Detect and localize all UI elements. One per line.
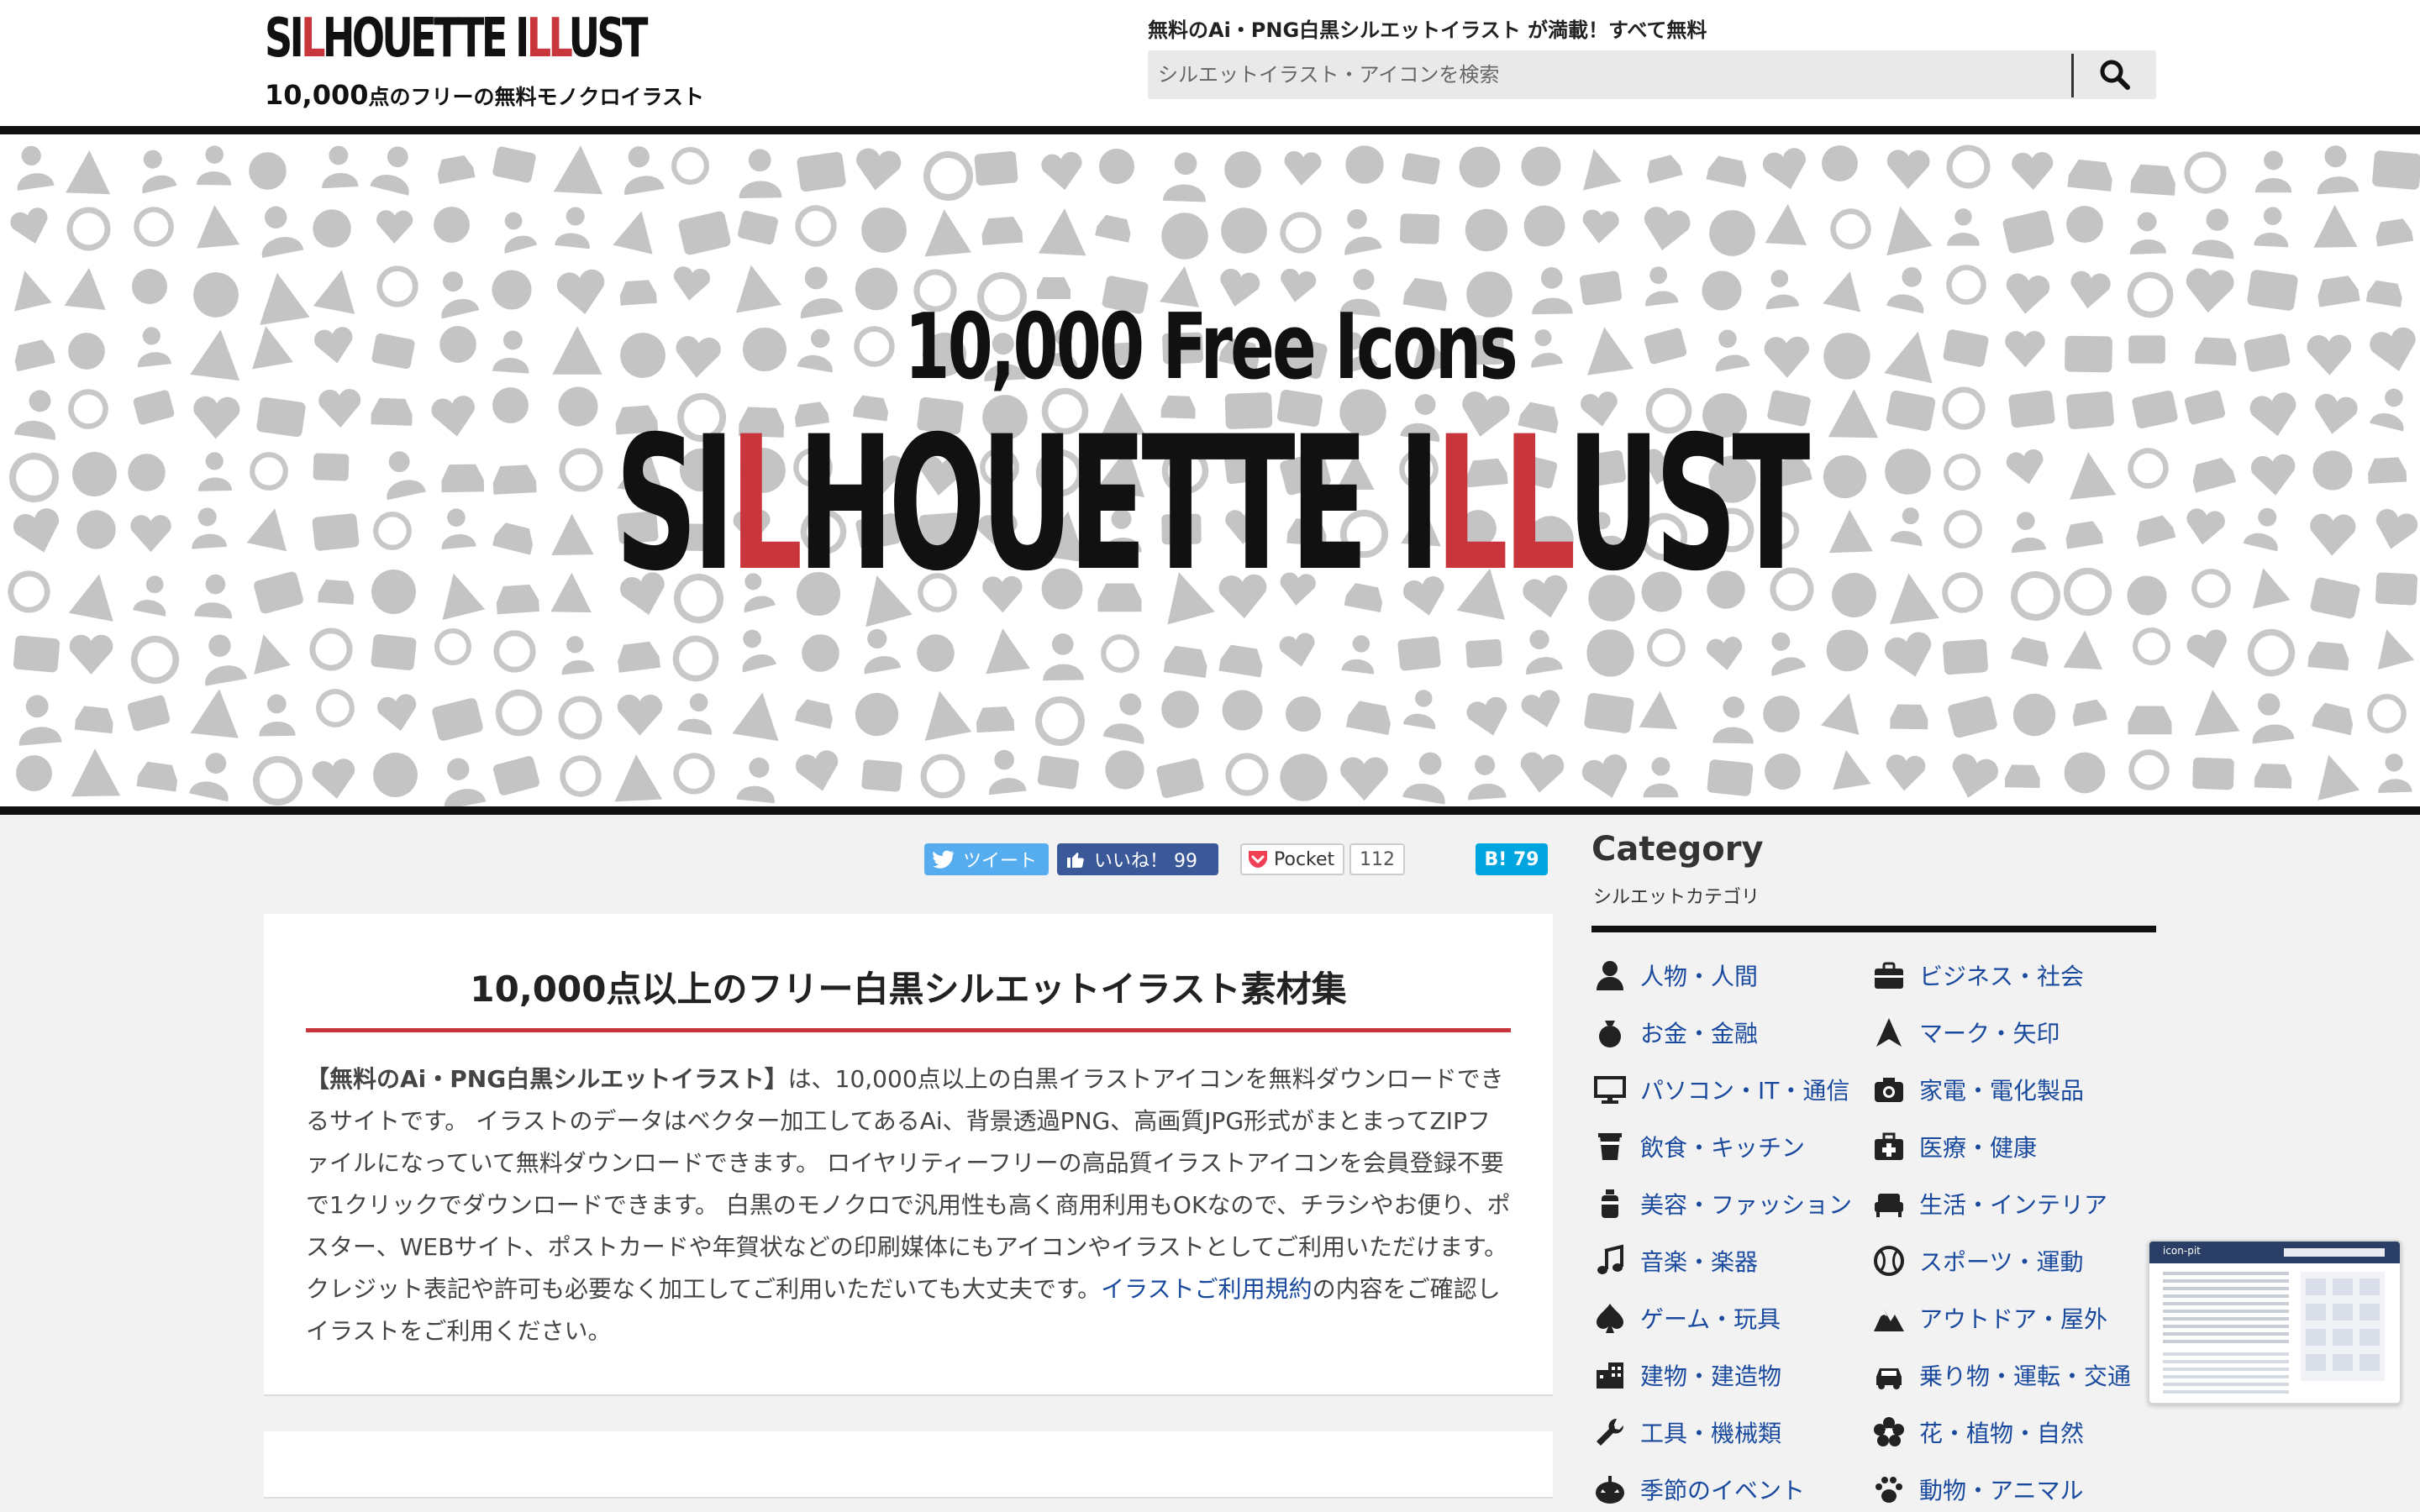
hero-tagline: 10,000 Free Icons (904, 295, 1518, 400)
intro-text: 【無料のAi・PNG白黒シルエットイラスト】は、10,000点以上の白黒イラスト… (306, 1058, 1511, 1352)
intro-strong: 【無料のAi・PNG白黒シルエットイラスト】 (306, 1065, 788, 1093)
flower-icon (1872, 1415, 1909, 1449)
logo-subtitle: 10,000点のフリーの無料モノクロイラスト (265, 79, 704, 111)
category-item[interactable]: 建物・建造物 (1593, 1358, 1781, 1392)
cup-icon (1593, 1130, 1630, 1163)
search-input[interactable] (1148, 50, 2070, 99)
category-item[interactable]: ゲーム・玩具 (1593, 1301, 1781, 1335)
category-label: 美容・ファッション (1640, 1191, 1853, 1219)
monitor-icon (1593, 1073, 1630, 1106)
tweet-button[interactable]: ツイート (924, 843, 1049, 875)
spade-icon (1593, 1301, 1630, 1335)
category-item[interactable]: アウトドア・屋外 (1872, 1301, 2107, 1335)
category-item[interactable]: 動物・アニマル (1872, 1473, 2083, 1506)
paw-icon (1872, 1473, 1909, 1506)
medical-kit-icon (1872, 1130, 1909, 1163)
pocket-label: Pocket (1274, 848, 1335, 870)
wrench-icon (1593, 1415, 1630, 1449)
building-icon (1593, 1358, 1630, 1392)
preview-content (2163, 1248, 2385, 1394)
hero-banner: 10,000 Free Icons SILHOUETTE ILLUST (0, 134, 2420, 806)
category-item[interactable]: スポーツ・運動 (1872, 1244, 2083, 1278)
category-item[interactable]: 花・植物・自然 (1872, 1415, 2084, 1449)
sofa-icon (1872, 1187, 1909, 1221)
category-item[interactable]: 人物・人間 (1593, 958, 1758, 992)
category-label: 飲食・キッチン (1640, 1134, 1806, 1162)
arrow-mark-icon (1872, 1016, 1909, 1049)
intro-card: 10,000点以上のフリー白黒シルエットイラスト素材集 【無料のAi・PNG白黒… (264, 914, 1553, 1396)
hero-divider (0, 806, 2420, 815)
category-item[interactable]: ビジネス・社会 (1872, 958, 2084, 992)
hatena-bookmark-button[interactable]: B! 79 (1476, 843, 1548, 875)
category-item[interactable]: 家電・電化製品 (1872, 1073, 2084, 1106)
header-divider (0, 126, 2420, 134)
pocket-count: 112 (1349, 843, 1405, 875)
category-label: 花・植物・自然 (1919, 1420, 2085, 1447)
category-label: 人物・人間 (1640, 963, 1759, 990)
category-label: 乗り物・運転・交通 (1919, 1362, 2132, 1390)
header-tagline: 無料のAi・PNG白黒シルエットイラスト が満載！すべて無料 (1148, 18, 1707, 42)
logo-wordmark: SILHOUETTE ILLUST (265, 8, 648, 70)
site-logo[interactable]: SILHOUETTE ILLUST 10,000点のフリーの無料モノクロイラスト (265, 8, 793, 111)
briefcase-icon (1872, 958, 1909, 992)
category-item[interactable]: 医療・健康 (1872, 1130, 2037, 1163)
category-label: 家電・電化製品 (1919, 1077, 2085, 1105)
category-item[interactable]: 生活・インテリア (1872, 1187, 2107, 1221)
thumbs-up-icon (1067, 853, 1084, 868)
intro-body: は、10,000点以上の白黒イラストアイコンを無料ダウンロードできるサイトです。… (306, 1065, 1511, 1303)
category-label: お金・金融 (1640, 1020, 1759, 1047)
category-divider (1591, 926, 2156, 932)
like-label: いいね！ 99 (1094, 851, 1197, 872)
category-label: マーク・矢印 (1919, 1020, 2060, 1047)
category-item[interactable]: マーク・矢印 (1872, 1016, 2060, 1049)
category-item[interactable]: 美容・ファッション (1593, 1187, 1852, 1221)
category-item[interactable]: 工具・機械類 (1593, 1415, 1781, 1449)
terms-link[interactable]: イラストご利用規約 (1101, 1275, 1312, 1303)
category-item[interactable]: 音楽・楽器 (1593, 1244, 1758, 1278)
content-card (264, 1431, 1553, 1499)
category-item[interactable]: 乗り物・運転・交通 (1872, 1358, 2131, 1392)
category-label: 音楽・楽器 (1640, 1248, 1759, 1276)
search-bar (1148, 50, 2156, 99)
category-label: 建物・建造物 (1640, 1362, 1782, 1390)
search-button[interactable] (2074, 50, 2156, 99)
pocket-button[interactable]: Pocket (1240, 843, 1344, 875)
car-icon (1872, 1358, 1909, 1392)
search-icon (2100, 60, 2130, 90)
category-item[interactable]: 飲食・キッチン (1593, 1130, 1805, 1163)
category-label: 動物・アニマル (1919, 1477, 2084, 1504)
category-heading: Category (1591, 830, 1764, 869)
category-label: ビジネス・社会 (1919, 963, 2085, 990)
category-subheading: シルエットカテゴリ (1593, 887, 1760, 908)
category-label: 工具・機械類 (1640, 1420, 1782, 1447)
category-item[interactable]: お金・金融 (1593, 1016, 1758, 1049)
facebook-like-button[interactable]: いいね！ 99 (1057, 843, 1218, 875)
category-item[interactable]: パソコン・IT・通信 (1593, 1073, 1849, 1106)
pocket-icon (1249, 851, 1267, 868)
category-label: スポーツ・運動 (1919, 1248, 2084, 1276)
category-label: 生活・インテリア (1919, 1191, 2108, 1219)
floating-preview[interactable]: icon-pit (2148, 1240, 2402, 1404)
tweet-label: ツイート (963, 851, 1038, 872)
money-bag-icon (1593, 1016, 1630, 1049)
twitter-bird-icon (933, 850, 954, 869)
category-item[interactable]: 季節のイベント (1593, 1473, 1805, 1506)
title-underline (306, 1028, 1511, 1032)
category-label: 季節のイベント (1640, 1477, 1806, 1504)
category-label: アウトドア・屋外 (1919, 1305, 2108, 1333)
category-label: ゲーム・玩具 (1640, 1305, 1781, 1333)
category-label: パソコン・IT・通信 (1640, 1077, 1850, 1105)
person-icon (1593, 958, 1630, 992)
site-header: SILHOUETTE ILLUST 10,000点のフリーの無料モノクロイラスト… (0, 0, 2420, 126)
category-label: 医療・健康 (1919, 1134, 2038, 1162)
camera-icon (1872, 1073, 1909, 1106)
music-note-icon (1593, 1244, 1630, 1278)
pumpkin-icon (1593, 1473, 1630, 1506)
ball-icon (1872, 1244, 1909, 1278)
hero-logo: SILHOUETTE ILLUST (614, 396, 1810, 612)
bottle-icon (1593, 1187, 1630, 1221)
page-title: 10,000点以上のフリー白黒シルエットイラスト素材集 (470, 969, 1347, 1010)
mountain-icon (1872, 1301, 1909, 1335)
